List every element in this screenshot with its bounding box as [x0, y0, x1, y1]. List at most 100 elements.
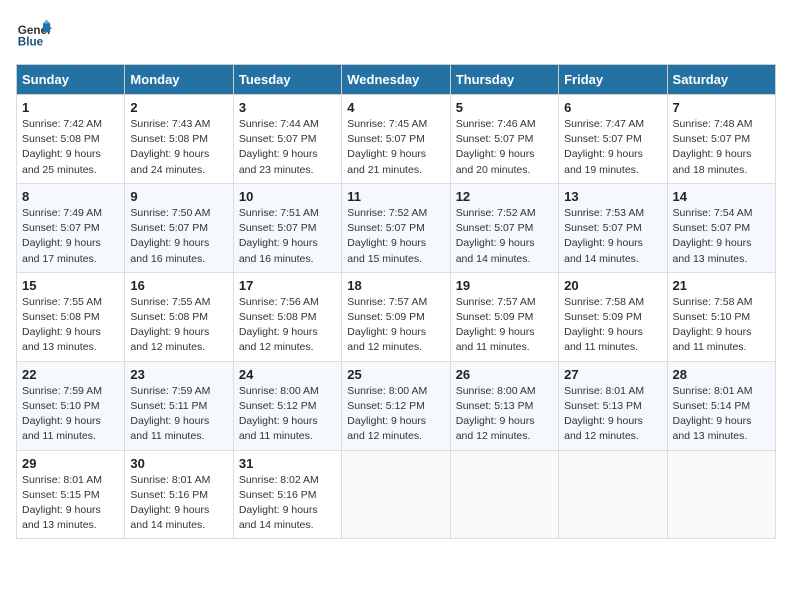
calendar-cell: 19 Sunrise: 7:57 AM Sunset: 5:09 PM Dayli…: [450, 272, 558, 361]
day-info: Sunrise: 7:42 AM Sunset: 5:08 PM Dayligh…: [22, 117, 119, 178]
calendar-cell: 21 Sunrise: 7:58 AM Sunset: 5:10 PM Dayli…: [667, 272, 775, 361]
weekday-header-thursday: Thursday: [450, 65, 558, 95]
calendar-cell: 13 Sunrise: 7:53 AM Sunset: 5:07 PM Dayli…: [559, 183, 667, 272]
calendar-cell: 6 Sunrise: 7:47 AM Sunset: 5:07 PM Daylig…: [559, 95, 667, 184]
calendar-cell: 24Sunrise: 8:00 AM Sunset: 5:12 PM Dayli…: [233, 361, 341, 450]
day-info: Sunrise: 7:44 AM Sunset: 5:07 PM Dayligh…: [239, 117, 336, 178]
calendar-cell: 25 Sunrise: 8:00 AM Sunset: 5:12 PM Dayli…: [342, 361, 450, 450]
day-number: 14: [673, 189, 770, 204]
day-info: Sunrise: 8:00 AM Sunset: 5:13 PM Dayligh…: [456, 384, 553, 445]
day-info: Sunrise: 8:01 AM Sunset: 5:14 PM Dayligh…: [673, 384, 770, 445]
calendar-cell: 12Sunrise: 7:52 AM Sunset: 5:07 PM Dayli…: [450, 183, 558, 272]
calendar-cell: 10Sunrise: 7:51 AM Sunset: 5:07 PM Dayli…: [233, 183, 341, 272]
weekday-header-friday: Friday: [559, 65, 667, 95]
day-info: Sunrise: 7:46 AM Sunset: 5:07 PM Dayligh…: [456, 117, 553, 178]
day-info: Sunrise: 7:53 AM Sunset: 5:07 PM Dayligh…: [564, 206, 661, 267]
calendar-cell: [667, 450, 775, 539]
day-number: 7: [673, 100, 770, 115]
calendar-cell: 5 Sunrise: 7:46 AM Sunset: 5:07 PM Daylig…: [450, 95, 558, 184]
day-number: 27: [564, 367, 661, 382]
calendar-week-row: 8 Sunrise: 7:49 AM Sunset: 5:07 PM Daylig…: [17, 183, 776, 272]
day-number: 15: [22, 278, 119, 293]
day-number: 11: [347, 189, 444, 204]
calendar-week-row: 22 Sunrise: 7:59 AM Sunset: 5:10 PM Dayli…: [17, 361, 776, 450]
calendar-cell: 17 Sunrise: 7:56 AM Sunset: 5:08 PM Dayli…: [233, 272, 341, 361]
calendar-cell: 2Sunrise: 7:43 AM Sunset: 5:08 PM Daylig…: [125, 95, 233, 184]
day-number: 16: [130, 278, 227, 293]
svg-text:Blue: Blue: [18, 36, 44, 49]
calendar-cell: 15 Sunrise: 7:55 AM Sunset: 5:08 PM Dayli…: [17, 272, 125, 361]
calendar-cell: 14 Sunrise: 7:54 AM Sunset: 5:07 PM Dayli…: [667, 183, 775, 272]
day-number: 18: [347, 278, 444, 293]
logo-icon: General Blue: [16, 16, 52, 52]
day-info: Sunrise: 7:55 AM Sunset: 5:08 PM Dayligh…: [130, 295, 227, 356]
day-info: Sunrise: 8:00 AM Sunset: 5:12 PM Dayligh…: [239, 384, 336, 445]
calendar-week-row: 1 Sunrise: 7:42 AM Sunset: 5:08 PM Daylig…: [17, 95, 776, 184]
calendar-cell: 30Sunrise: 8:01 AM Sunset: 5:16 PM Dayli…: [125, 450, 233, 539]
day-number: 10: [239, 189, 336, 204]
day-number: 20: [564, 278, 661, 293]
weekday-header-wednesday: Wednesday: [342, 65, 450, 95]
day-number: 21: [673, 278, 770, 293]
weekday-header-tuesday: Tuesday: [233, 65, 341, 95]
day-info: Sunrise: 7:59 AM Sunset: 5:10 PM Dayligh…: [22, 384, 119, 445]
day-info: Sunrise: 7:58 AM Sunset: 5:09 PM Dayligh…: [564, 295, 661, 356]
day-number: 22: [22, 367, 119, 382]
day-info: Sunrise: 8:01 AM Sunset: 5:16 PM Dayligh…: [130, 473, 227, 534]
calendar-cell: 16 Sunrise: 7:55 AM Sunset: 5:08 PM Dayli…: [125, 272, 233, 361]
day-number: 6: [564, 100, 661, 115]
day-info: Sunrise: 7:52 AM Sunset: 5:07 PM Dayligh…: [347, 206, 444, 267]
day-number: 25: [347, 367, 444, 382]
day-info: Sunrise: 8:01 AM Sunset: 5:13 PM Dayligh…: [564, 384, 661, 445]
day-number: 31: [239, 456, 336, 471]
day-number: 8: [22, 189, 119, 204]
day-number: 5: [456, 100, 553, 115]
calendar-cell: 8 Sunrise: 7:49 AM Sunset: 5:07 PM Daylig…: [17, 183, 125, 272]
day-number: 29: [22, 456, 119, 471]
calendar-cell: 23Sunrise: 7:59 AM Sunset: 5:11 PM Dayli…: [125, 361, 233, 450]
day-info: Sunrise: 7:57 AM Sunset: 5:09 PM Dayligh…: [456, 295, 553, 356]
calendar-week-row: 29 Sunrise: 8:01 AM Sunset: 5:15 PM Dayli…: [17, 450, 776, 539]
calendar-cell: [342, 450, 450, 539]
weekday-header-saturday: Saturday: [667, 65, 775, 95]
day-number: 19: [456, 278, 553, 293]
day-info: Sunrise: 8:02 AM Sunset: 5:16 PM Dayligh…: [239, 473, 336, 534]
logo: General Blue: [16, 16, 52, 52]
calendar-cell: 22 Sunrise: 7:59 AM Sunset: 5:10 PM Dayli…: [17, 361, 125, 450]
weekday-header-row: SundayMondayTuesdayWednesdayThursdayFrid…: [17, 65, 776, 95]
calendar-cell: 4 Sunrise: 7:45 AM Sunset: 5:07 PM Daylig…: [342, 95, 450, 184]
day-number: 2: [130, 100, 227, 115]
day-info: Sunrise: 7:55 AM Sunset: 5:08 PM Dayligh…: [22, 295, 119, 356]
day-number: 1: [22, 100, 119, 115]
day-info: Sunrise: 8:00 AM Sunset: 5:12 PM Dayligh…: [347, 384, 444, 445]
day-number: 9: [130, 189, 227, 204]
day-number: 12: [456, 189, 553, 204]
calendar-cell: 3 Sunrise: 7:44 AM Sunset: 5:07 PM Daylig…: [233, 95, 341, 184]
day-info: Sunrise: 8:01 AM Sunset: 5:15 PM Dayligh…: [22, 473, 119, 534]
day-number: 3: [239, 100, 336, 115]
calendar-cell: 27 Sunrise: 8:01 AM Sunset: 5:13 PM Dayli…: [559, 361, 667, 450]
day-number: 17: [239, 278, 336, 293]
calendar-cell: [559, 450, 667, 539]
calendar-cell: 26 Sunrise: 8:00 AM Sunset: 5:13 PM Dayli…: [450, 361, 558, 450]
calendar-cell: 18 Sunrise: 7:57 AM Sunset: 5:09 PM Dayli…: [342, 272, 450, 361]
calendar-cell: 1 Sunrise: 7:42 AM Sunset: 5:08 PM Daylig…: [17, 95, 125, 184]
day-number: 26: [456, 367, 553, 382]
day-number: 4: [347, 100, 444, 115]
day-info: Sunrise: 7:45 AM Sunset: 5:07 PM Dayligh…: [347, 117, 444, 178]
calendar-cell: 20 Sunrise: 7:58 AM Sunset: 5:09 PM Dayli…: [559, 272, 667, 361]
calendar-cell: 11 Sunrise: 7:52 AM Sunset: 5:07 PM Dayli…: [342, 183, 450, 272]
day-info: Sunrise: 7:56 AM Sunset: 5:08 PM Dayligh…: [239, 295, 336, 356]
day-number: 13: [564, 189, 661, 204]
page-header: General Blue: [16, 16, 776, 52]
day-info: Sunrise: 7:49 AM Sunset: 5:07 PM Dayligh…: [22, 206, 119, 267]
calendar-cell: 28Sunrise: 8:01 AM Sunset: 5:14 PM Dayli…: [667, 361, 775, 450]
weekday-header-monday: Monday: [125, 65, 233, 95]
day-info: Sunrise: 7:57 AM Sunset: 5:09 PM Dayligh…: [347, 295, 444, 356]
day-info: Sunrise: 7:47 AM Sunset: 5:07 PM Dayligh…: [564, 117, 661, 178]
day-info: Sunrise: 7:48 AM Sunset: 5:07 PM Dayligh…: [673, 117, 770, 178]
day-info: Sunrise: 7:58 AM Sunset: 5:10 PM Dayligh…: [673, 295, 770, 356]
calendar-cell: 29 Sunrise: 8:01 AM Sunset: 5:15 PM Dayli…: [17, 450, 125, 539]
day-info: Sunrise: 7:54 AM Sunset: 5:07 PM Dayligh…: [673, 206, 770, 267]
calendar-cell: 7 Sunrise: 7:48 AM Sunset: 5:07 PM Daylig…: [667, 95, 775, 184]
